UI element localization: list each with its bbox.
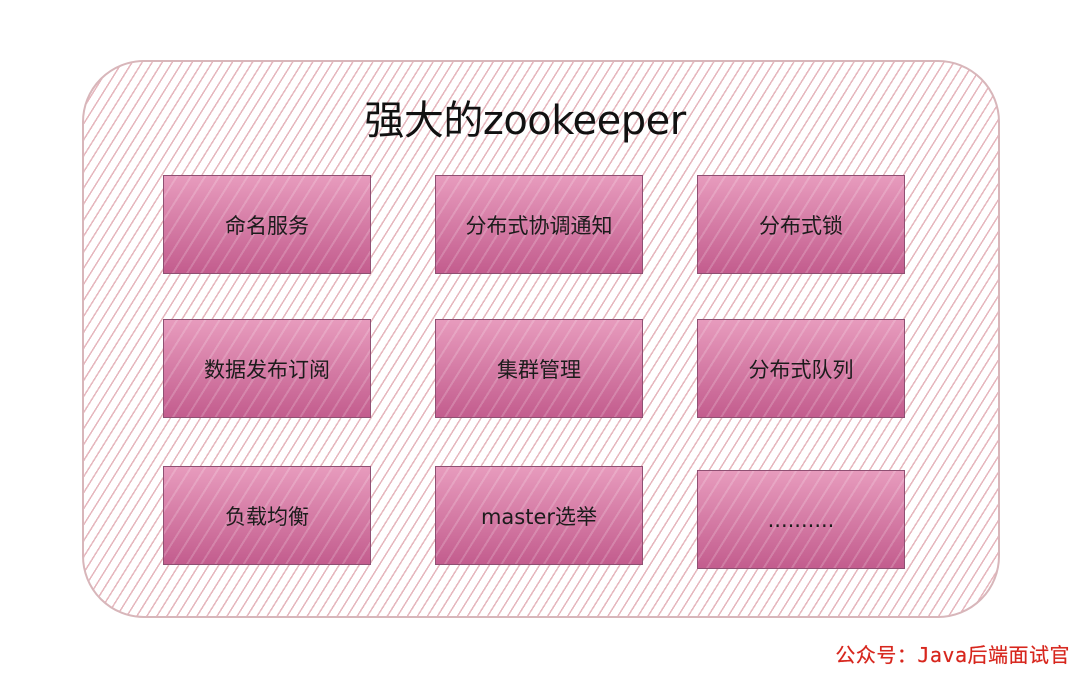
feature-box-master-election: master选举 — [435, 466, 643, 565]
feature-box-load-balancing: 负载均衡 — [163, 466, 371, 565]
watermark-text: 公众号：Java后端面试官 — [835, 643, 1070, 667]
diagram-canvas: 强大的zookeeper 命名服务 分布式协调通知 分布式锁 数据发布订阅 集群… — [0, 0, 1080, 678]
feature-box-distributed-queue: 分布式队列 — [697, 319, 905, 418]
feature-box-pub-sub: 数据发布订阅 — [163, 319, 371, 418]
feature-box-distributed-lock: 分布式锁 — [697, 175, 905, 274]
feature-box-more: .......... — [697, 470, 905, 569]
feature-box-distributed-coordination: 分布式协调通知 — [435, 175, 643, 274]
feature-box-cluster-management: 集群管理 — [435, 319, 643, 418]
feature-box-naming-service: 命名服务 — [163, 175, 371, 274]
diagram-title: 强大的zookeeper — [364, 98, 686, 144]
